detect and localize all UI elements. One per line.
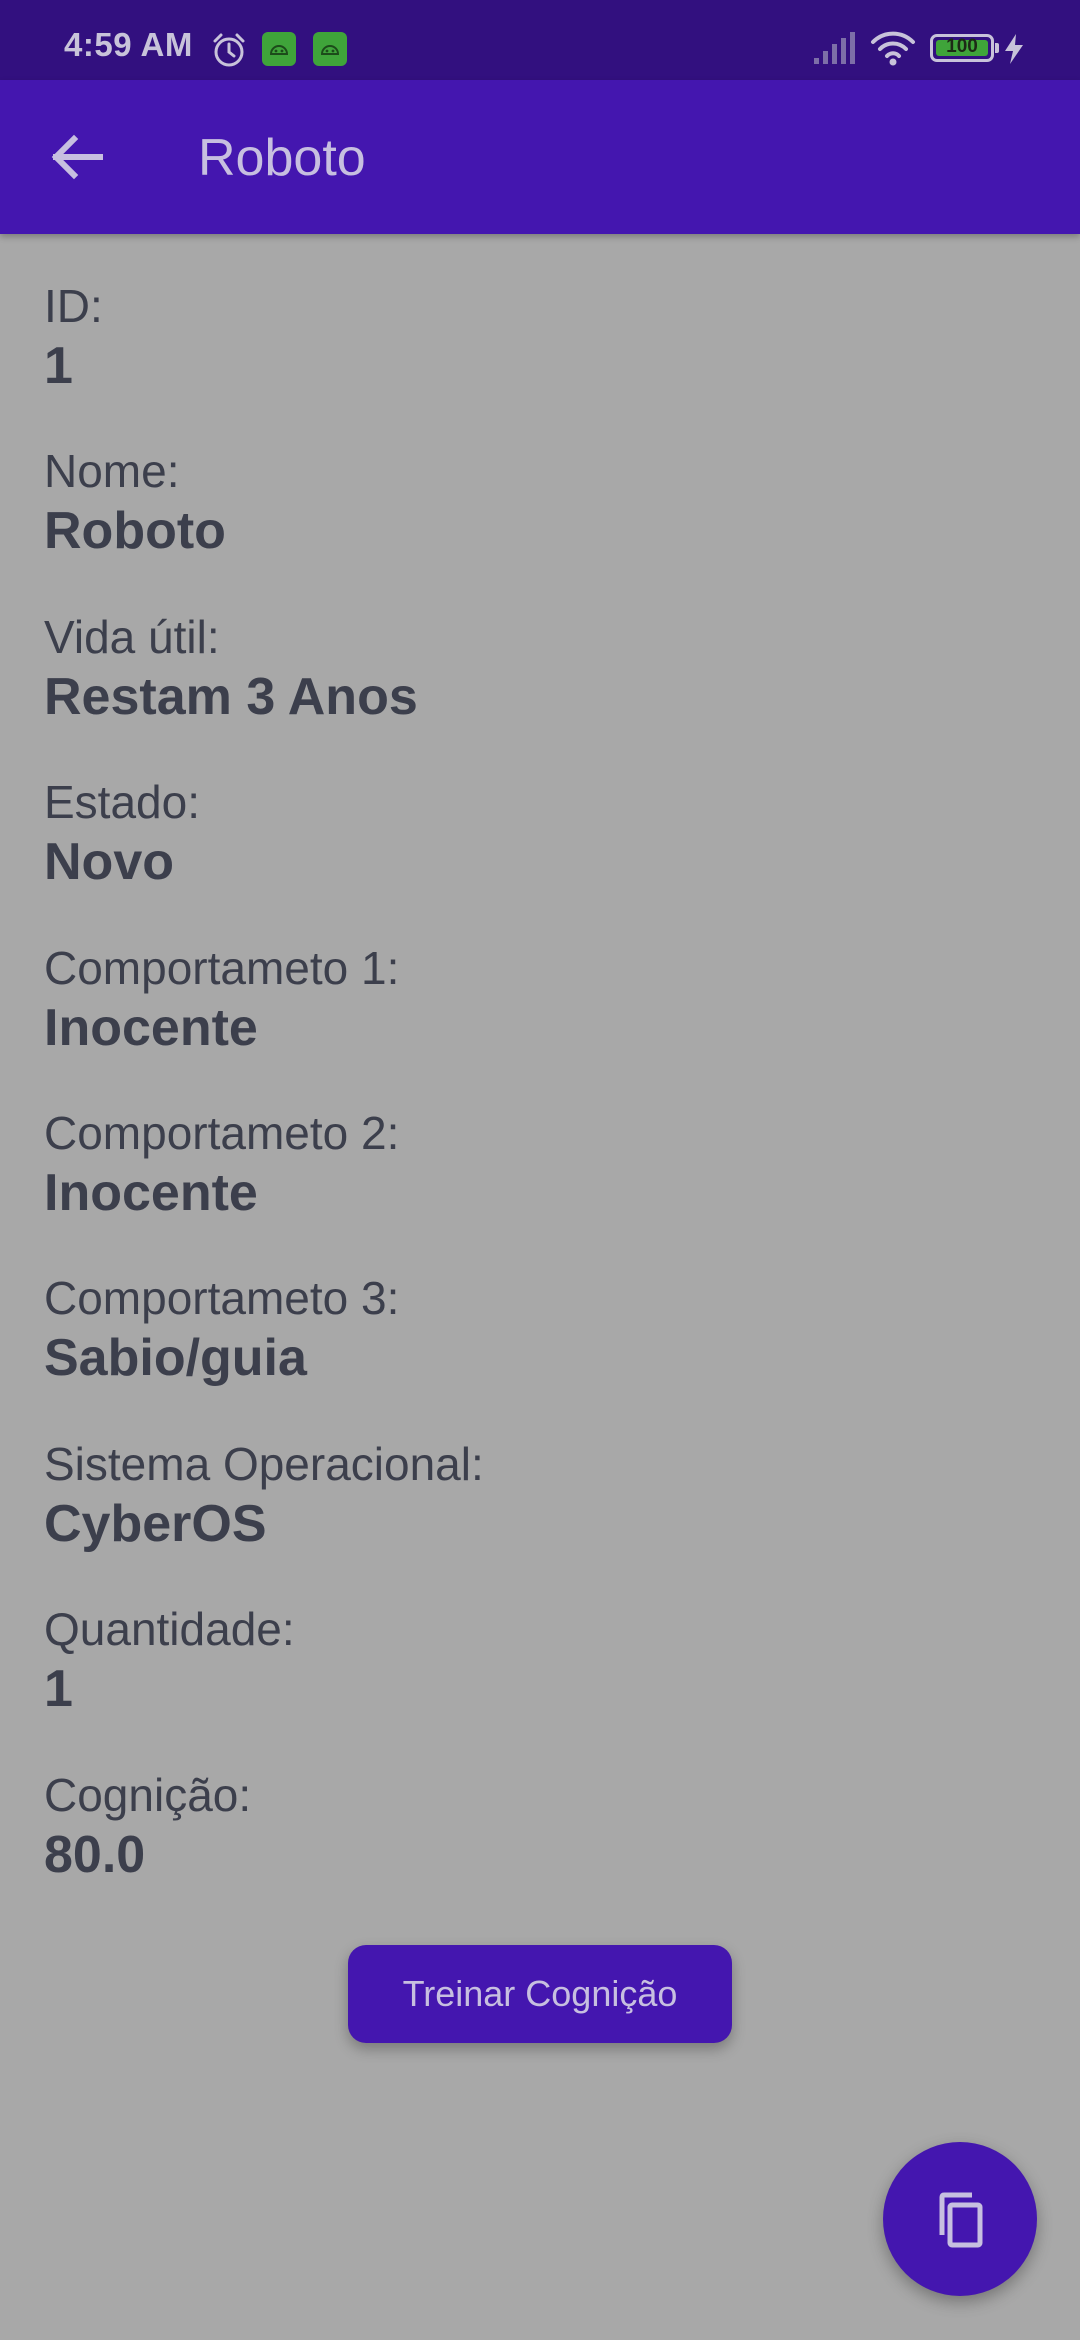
copy-icon (939, 2192, 983, 2248)
field-sistema-operacional: Sistema Operacional: CyberOS (44, 1436, 1034, 1601)
field-estado: Estado: Novo (44, 774, 1034, 939)
field-value: 1 (44, 1660, 73, 1719)
field-value: Roboto (44, 502, 226, 561)
field-label: Sistema Operacional: (44, 1437, 484, 1490)
field-value: Restam 3 Anos (44, 667, 418, 726)
field-value: 80.0 (44, 1825, 146, 1884)
field-label: Cognição: (44, 1768, 252, 1821)
train-cognition-button[interactable]: Treinar Cognição (348, 1945, 732, 2043)
field-label: Comportameto 1: (44, 941, 400, 994)
field-value: CyberOS (44, 1494, 267, 1553)
field-label: Quantidade: (44, 1603, 295, 1656)
field-nome: Nome: Roboto (44, 443, 1034, 608)
status-bar: 4:59 AM 100 (0, 0, 1080, 80)
field-label: Comportameto 3: (44, 1272, 400, 1325)
alarm-icon (213, 33, 245, 67)
field-vida-util: Vida útil: Restam 3 Anos (44, 609, 1034, 774)
field-label: Comportameto 2: (44, 1106, 400, 1159)
details-list: ID: 1 Nome: Roboto Vida útil: Restam 3 A… (44, 278, 1034, 1932)
field-label: Vida útil: (44, 610, 220, 663)
field-value: Inocente (44, 1163, 258, 1222)
field-value: Novo (44, 833, 174, 892)
charging-icon (1005, 34, 1023, 64)
wifi-icon (871, 31, 915, 66)
field-value: Sabio/guia (44, 1329, 307, 1388)
android-notification-icon (313, 32, 347, 66)
signal-icon (814, 32, 855, 64)
app-bar: Roboto (0, 80, 1080, 234)
field-comportamento-1: Comportameto 1: Inocente (44, 940, 1034, 1105)
page-title: Roboto (198, 129, 366, 187)
field-label: Nome: (44, 445, 180, 498)
field-comportamento-3: Comportameto 3: Sabio/guia (44, 1270, 1034, 1435)
copy-fab-button[interactable] (883, 2142, 1037, 2296)
field-quantidade: Quantidade: 1 (44, 1601, 1034, 1766)
field-cognicao: Cognição: 80.0 (44, 1767, 1034, 1932)
android-notification-icon (262, 32, 296, 66)
battery-level: 100 (946, 36, 978, 57)
field-value: 1 (44, 337, 73, 395)
field-label: ID: (44, 280, 103, 332)
field-label: Estado: (44, 776, 200, 829)
battery-icon: 100 (930, 34, 999, 62)
status-time: 4:59 AM (64, 26, 193, 63)
arrow-back-icon[interactable] (36, 115, 120, 199)
field-value: Inocente (44, 998, 258, 1057)
field-comportamento-2: Comportameto 2: Inocente (44, 1105, 1034, 1270)
field-id: ID: 1 (44, 278, 1034, 443)
